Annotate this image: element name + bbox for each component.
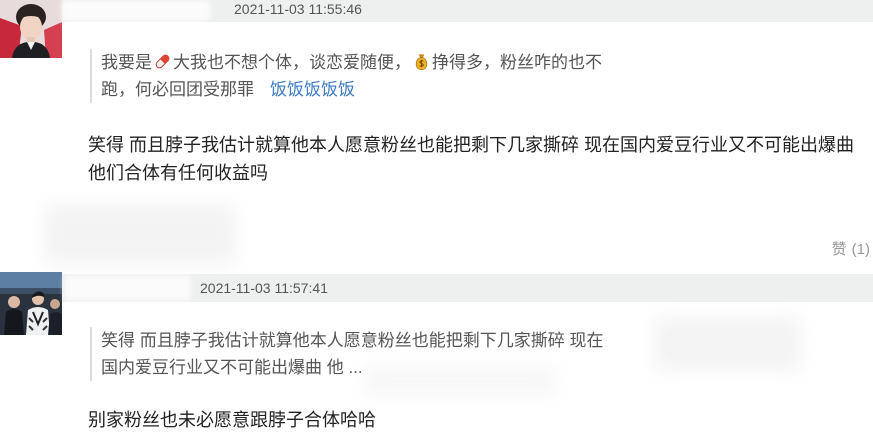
quote-line: 跑，何必回团受那罪 饭饭饭饭饭 xyxy=(101,76,602,103)
redacted-content-blur xyxy=(45,205,235,263)
username-redacted[interactable] xyxy=(62,1,210,21)
quote-text: 笑得 而且脖子我估计就算他本人愿意粉丝也能把剩下几家撕碎 现在 xyxy=(101,331,604,350)
quote-line: 笑得 而且脖子我估计就算他本人愿意粉丝也能把剩下几家撕碎 现在 xyxy=(101,327,603,354)
comment-body: 笑得 而且脖子我估计就算他本人愿意粉丝也能把剩下几家撕碎 现在国内爱豆行业又不可… xyxy=(88,131,854,187)
like-count: (1) xyxy=(851,241,870,258)
avatar-photo xyxy=(0,272,62,335)
redacted-content-blur xyxy=(655,318,800,370)
quote-text: 国内爱豆行业又不可能出爆曲 他 ... xyxy=(101,358,363,377)
quote-text: 跑，何必回团受那罪 xyxy=(101,80,254,99)
quoted-reply: 笑得 而且脖子我估计就算他本人愿意粉丝也能把剩下几家撕碎 现在 国内爱豆行业又不… xyxy=(90,327,603,381)
money-bag-emoji-icon xyxy=(412,52,431,71)
quote-line: 我要是 大我也不想个体，谈恋爱随便， 挣得多，粉丝咋的也不 xyxy=(101,49,602,76)
username-redacted[interactable] xyxy=(65,276,190,300)
quoted-reply: 我要是 大我也不想个体，谈恋爱随便， 挣得多，粉丝咋的也不 跑，何必回团受那罪 饭饭饭… xyxy=(90,49,602,103)
like-label: 赞 xyxy=(831,241,847,258)
quoted-user-link[interactable]: 饭饭饭饭饭 xyxy=(270,80,355,99)
timestamp: 2021-11-03 11:57:41 xyxy=(200,280,328,296)
quote-text: 大我也不想个体，谈恋爱随便， xyxy=(173,53,411,72)
avatar-photo xyxy=(0,0,62,58)
comment-body-line: 他们合体有任何收益吗 xyxy=(88,163,268,183)
quote-text: 我要是 xyxy=(101,53,152,72)
timestamp: 2021-11-03 11:55:46 xyxy=(234,1,362,17)
pill-emoji-icon xyxy=(153,52,172,71)
comment-body-line: 笑得 而且脖子我估计就算他本人愿意粉丝也能把剩下几家撕碎 现在国内爱豆行业又不可… xyxy=(88,135,854,155)
comment-body-line: 别家粉丝也未必愿意跟脖子合体哈哈 xyxy=(88,410,376,430)
quote-text: 挣得多，粉丝咋的也不 xyxy=(432,53,602,72)
comment-body: 别家粉丝也未必愿意跟脖子合体哈哈 xyxy=(88,406,376,434)
like-button[interactable]: 赞 (1) xyxy=(832,240,870,260)
quote-line: 国内爱豆行业又不可能出爆曲 他 ... xyxy=(101,354,603,381)
user-avatar[interactable] xyxy=(0,0,62,58)
user-avatar[interactable] xyxy=(0,272,62,335)
